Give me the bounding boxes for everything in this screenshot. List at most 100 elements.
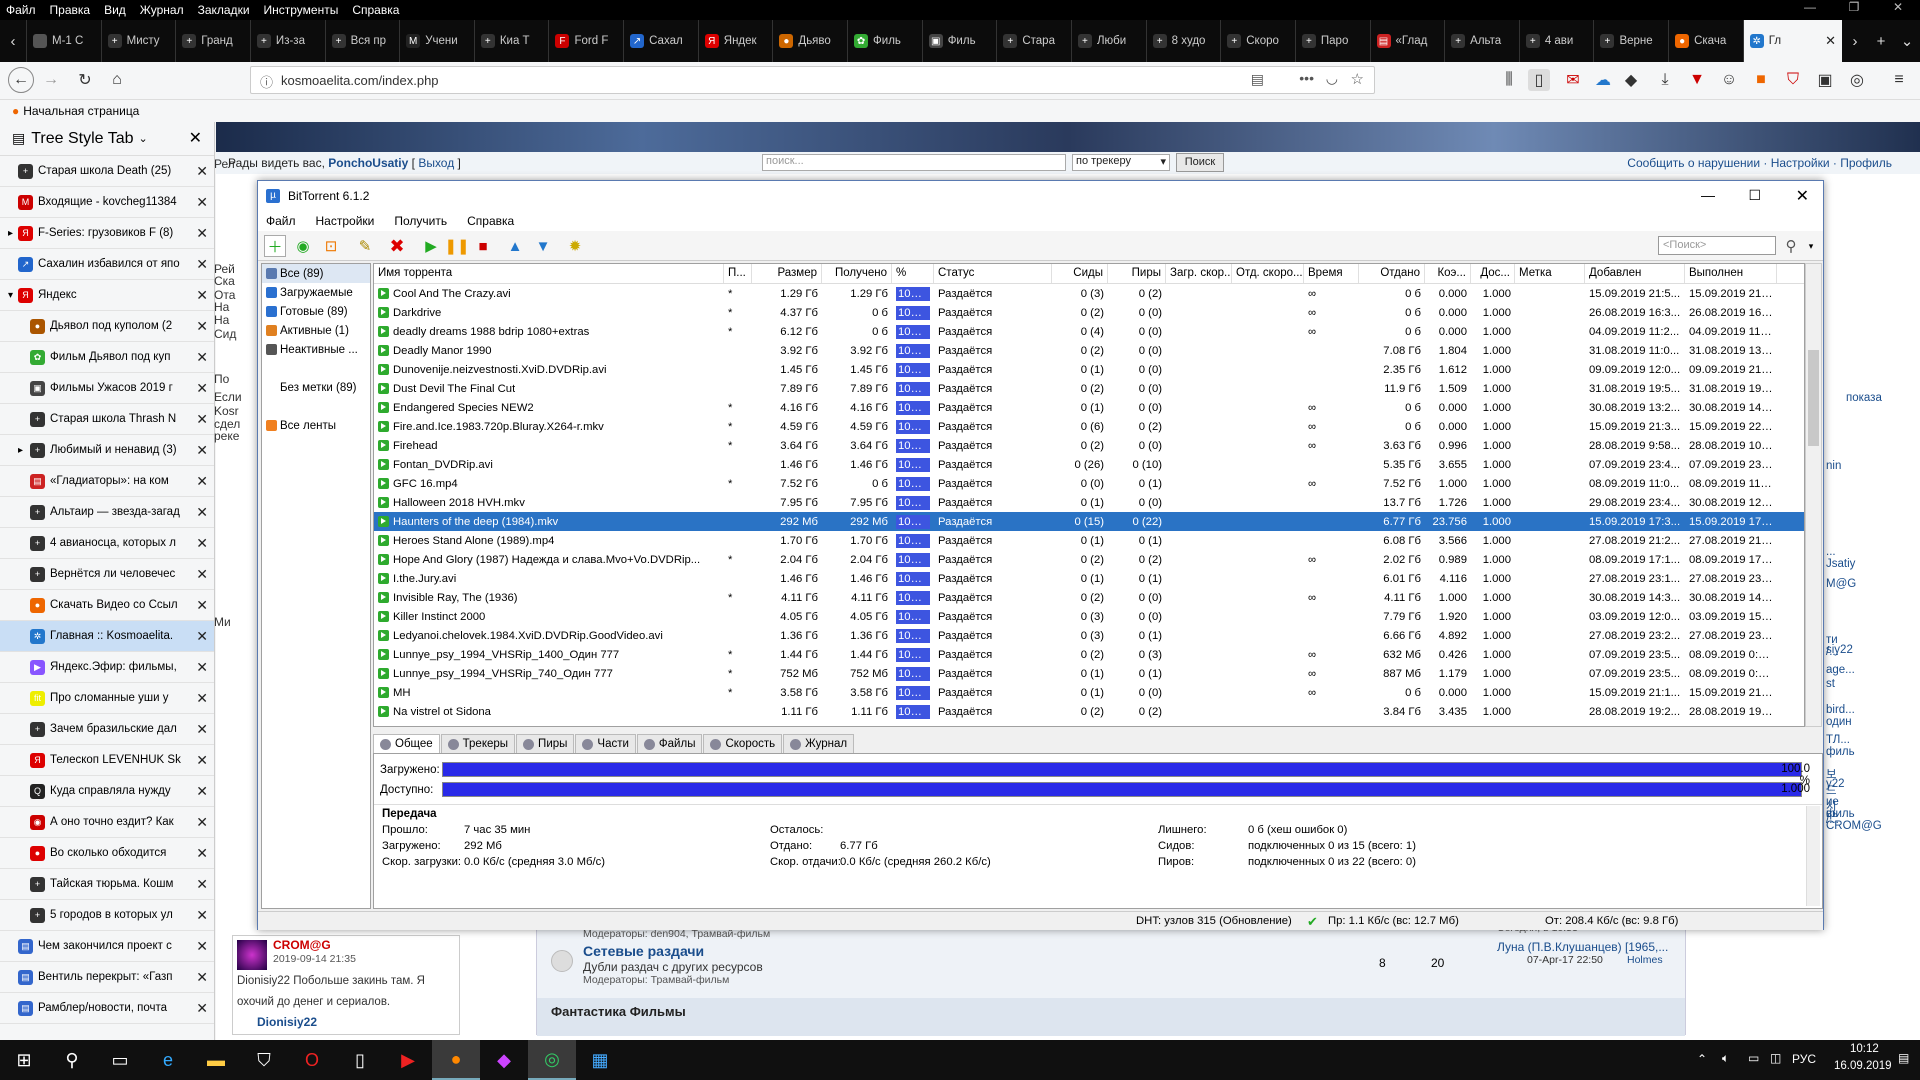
torrent-row[interactable]: Fontan_DVDRip.avi 1.46 Гб 1.46 Гб 100.0% Раз…: [374, 455, 1804, 474]
browser-tab[interactable]: + Скоро: [1220, 20, 1295, 62]
home-button[interactable]: ⌂: [106, 69, 128, 91]
move-up-icon[interactable]: ▲: [504, 235, 526, 257]
close-tab-icon[interactable]: ✕: [196, 194, 208, 211]
notepad-icon[interactable]: ▯: [336, 1040, 384, 1080]
page-actions-icon[interactable]: •••: [1299, 70, 1314, 86]
minimize-icon[interactable]: —: [1701, 187, 1715, 203]
extension-cloud-icon[interactable]: ☁: [1592, 69, 1614, 91]
close-tab-icon[interactable]: ✕: [196, 225, 208, 242]
column-header[interactable]: Метка: [1515, 264, 1585, 283]
sidebar-tab-item[interactable]: + Зачем бразильские дал ✕: [0, 714, 214, 745]
save-extension-icon[interactable]: ▼: [1686, 69, 1708, 91]
torrent-row[interactable]: Dunovenije.neizvestnosti.XviD.DVDRip.avi…: [374, 360, 1804, 379]
browser-tab[interactable]: +8 худо: [1145, 20, 1221, 62]
close-tab-icon[interactable]: ✕: [196, 597, 208, 614]
twisty-icon[interactable]: ▾: [8, 290, 13, 301]
torrent-list-scrollbar[interactable]: [1805, 263, 1822, 727]
close-tab-icon[interactable]: ✕: [196, 783, 208, 800]
close-tab-icon[interactable]: ✕: [196, 907, 208, 924]
torrent-row[interactable]: deadly dreams 1988 bdrip 1080+extras * 6.1…: [374, 322, 1804, 341]
browser-tab[interactable]: + Альта: [1444, 20, 1519, 62]
network-ok-icon[interactable]: ✔: [1307, 914, 1318, 930]
browser-tab[interactable]: + Из-за: [249, 20, 325, 62]
close-tab-icon[interactable]: ✕: [196, 163, 208, 180]
torrent-row[interactable]: Lunnye_psy_1994_VHSRip_1400_Один 777 * 1.4…: [374, 645, 1804, 664]
browser-tab[interactable]: + Стара: [996, 20, 1071, 62]
torrent-row[interactable]: Darkdrive * 4.37 Гб 0 б 100.0% Раздаётся 0 (2)…: [374, 303, 1804, 322]
browser-tab[interactable]: + Киа Т: [473, 20, 549, 62]
menu-item[interactable]: Файл: [6, 3, 36, 17]
column-header[interactable]: Статус: [934, 264, 1052, 283]
bittorrent-taskbar-icon[interactable]: ◎: [528, 1040, 576, 1080]
sidebar-tab-item[interactable]: ◉ А оно точно ездит? Как ✕: [0, 807, 214, 838]
page-right-text[interactable]: nin: [1826, 460, 1841, 472]
edge-icon[interactable]: e: [144, 1040, 192, 1080]
sidebar-tab-item[interactable]: Q Куда справляла нужду ✕: [0, 776, 214, 807]
browser-tab[interactable]: ✿ Филь: [847, 20, 922, 62]
close-tab-icon[interactable]: ✕: [196, 969, 208, 986]
logout-link[interactable]: Выход: [418, 156, 454, 170]
input-language[interactable]: РУС: [1792, 1052, 1816, 1066]
scrollbar-thumb[interactable]: [1808, 350, 1819, 446]
page-right-text[interactable]: ТЛ...: [1826, 734, 1850, 746]
column-header[interactable]: Сиды: [1052, 264, 1108, 283]
sidebar-tab-item[interactable]: ▾ Я Яндекс ✕: [0, 280, 214, 311]
create-torrent-icon[interactable]: ✎: [354, 235, 376, 257]
torrent-row[interactable]: Heroes Stand Alone (1989).mp4 1.70 Гб 1.70…: [374, 531, 1804, 550]
browser-tab[interactable]: ↗ Сахал: [623, 20, 698, 62]
close-tab-icon[interactable]: ✕: [1825, 33, 1836, 49]
column-header[interactable]: Отд. скоро...: [1232, 264, 1304, 283]
menu-item[interactable]: Журнал: [140, 3, 184, 17]
category-item[interactable]: Загружаемые: [262, 283, 370, 302]
sidebar-tab-item[interactable]: + Вернётся ли человечес ✕: [0, 559, 214, 590]
menu-item[interactable]: Вид: [104, 3, 126, 17]
clock-time[interactable]: 10:12: [1850, 1043, 1879, 1055]
app-icon[interactable]: ◆: [480, 1040, 528, 1080]
page-right-text[interactable]: age...: [1826, 664, 1855, 676]
sidebar-tab-item[interactable]: M Входящие - kovcheg11384 ✕: [0, 187, 214, 218]
browser-tab[interactable]: + Гранд: [175, 20, 250, 62]
forum-last-post-link[interactable]: Луна (П.В.Клушанцев) [1965,...: [1497, 940, 1668, 954]
pocket-icon[interactable]: ◡: [1326, 70, 1338, 87]
page-right-text[interactable]: один: [1826, 716, 1852, 728]
close-tab-icon[interactable]: ✕: [196, 349, 208, 366]
youtube-icon[interactable]: ▶: [384, 1040, 432, 1080]
globe-icon[interactable]: ◎: [1846, 69, 1868, 91]
pause-icon[interactable]: ❚❚: [444, 235, 469, 257]
bt-menu-item[interactable]: Файл: [266, 214, 296, 228]
page-right-text[interactable]: bird...: [1826, 704, 1855, 716]
opera-icon[interactable]: O: [288, 1040, 336, 1080]
column-header[interactable]: Размер: [752, 264, 822, 283]
torrent-search-input[interactable]: <Поиск>: [1658, 236, 1776, 255]
torrent-row[interactable]: Endangered Species NEW2 * 4.16 Гб 4.16 Гб 10…: [374, 398, 1804, 417]
page-right-text[interactable]: CROM@G: [1826, 820, 1882, 832]
start-icon[interactable]: ▶: [420, 235, 442, 257]
sidebar-tab-item[interactable]: +5 городов в которых ул ✕: [0, 900, 214, 931]
menu-item[interactable]: Инструменты: [264, 3, 339, 17]
sidebar-tab-item[interactable]: ▣ Фильмы Ужасов 2019 г ✕: [0, 373, 214, 404]
torrent-row[interactable]: Fire.and.Ice.1983.720p.Bluray.X264-r.mkv…: [374, 417, 1804, 436]
torrent-row[interactable]: Dust Devil The Final Cut 7.89 Гб 7.89 Гб 10…: [374, 379, 1804, 398]
chevron-down-icon[interactable]: ⌄: [139, 132, 148, 145]
rss-icon[interactable]: ⊡: [320, 235, 342, 257]
close-tab-icon[interactable]: ✕: [196, 287, 208, 304]
browser-tab[interactable]: ▣ Филь: [921, 20, 997, 62]
url-bar[interactable]: ⓘ kosmoaelita.com/index.php ▤ ••• ◡ ☆: [250, 66, 1375, 94]
close-icon[interactable]: ✕: [1796, 186, 1809, 206]
page-right-text[interactable]: у22: [1826, 778, 1845, 790]
sidebar-tab-item[interactable]: Я Телескоп LEVENHUK Sk ✕: [0, 745, 214, 776]
bt-menu-item[interactable]: Настройки: [316, 214, 375, 228]
sidebar-toggle-icon[interactable]: ▯: [1528, 69, 1550, 91]
column-header[interactable]: Дос...: [1471, 264, 1515, 283]
close-tab-icon[interactable]: ✕: [196, 380, 208, 397]
browser-tab[interactable]: M Учени: [399, 20, 474, 62]
column-header[interactable]: Пиры: [1108, 264, 1166, 283]
browser-tab[interactable]: М-1 С: [26, 20, 101, 62]
torrent-row[interactable]: Killer Instinct 2000 4.05 Гб 4.05 Гб 100.0%…: [374, 607, 1804, 626]
account-icon[interactable]: ☺: [1718, 69, 1740, 91]
sidebar-tab-item[interactable]: ● Дьявол под куполом (2 ✕: [0, 311, 214, 342]
forum-title-link[interactable]: Сетевые раздачи: [583, 943, 704, 959]
clock-date[interactable]: 16.09.2019: [1834, 1060, 1892, 1072]
close-tab-icon[interactable]: ✕: [196, 659, 208, 676]
column-header[interactable]: Добавлен: [1585, 264, 1685, 283]
